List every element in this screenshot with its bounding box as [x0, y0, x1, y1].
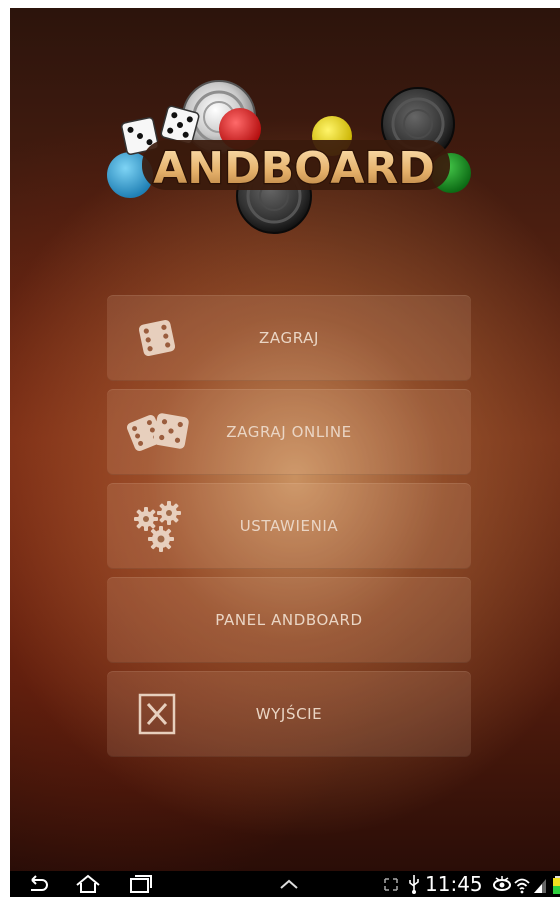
eye-icon [493, 876, 511, 891]
back-icon[interactable] [26, 871, 50, 897]
wifi-icon [514, 878, 530, 894]
up-chevron-icon[interactable] [276, 871, 302, 897]
menu-button-play[interactable]: ZAGRAJ [107, 295, 471, 381]
recent-apps-icon[interactable] [126, 871, 154, 897]
menu-label-panel: PANEL ANDBOARD [215, 611, 363, 629]
menu-label-play: ZAGRAJ [259, 329, 319, 347]
battery-icon [553, 876, 560, 894]
usb-icon [409, 875, 419, 894]
home-icon[interactable] [74, 871, 102, 897]
expand-icon [384, 878, 398, 891]
menu-button-play-online[interactable]: ZAGRAJ ONLINE [107, 389, 471, 475]
status-clock: 11:45 [425, 872, 483, 896]
menu-label-play-online: ZAGRAJ ONLINE [226, 423, 352, 441]
menu-button-exit[interactable]: WYJŚCIE [107, 671, 471, 757]
system-navigation-bar: 11:45 [10, 871, 560, 897]
app-screen: ANDBOARD ZAGRAJ ZAGRAJ ONLINE USTAWIENIA… [10, 8, 560, 871]
menu-button-settings[interactable]: USTAWIENIA [107, 483, 471, 569]
andboard-logo: ANDBOARD [107, 80, 471, 234]
menu-label-exit: WYJŚCIE [255, 705, 323, 723]
signal-icon [534, 879, 546, 893]
menu-button-panel[interactable]: PANEL ANDBOARD [107, 577, 471, 663]
logo-title: ANDBOARD [153, 143, 435, 194]
menu-label-settings: USTAWIENIA [239, 517, 339, 535]
